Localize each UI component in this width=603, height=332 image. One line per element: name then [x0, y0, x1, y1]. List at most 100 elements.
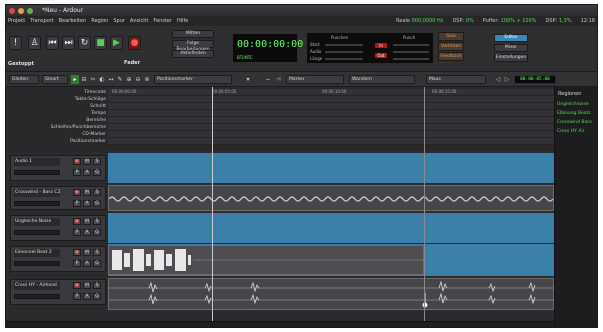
audition-tool-icon[interactable]: ◐ — [98, 75, 106, 84]
feedback-button[interactable]: Feedback — [438, 52, 464, 61]
solo-button[interactable]: Solo — [438, 32, 464, 41]
play-button[interactable]: ▶ — [110, 36, 123, 50]
nudge-right-icon[interactable]: ▷ — [503, 75, 511, 84]
chevron-down-icon[interactable]: ▾ — [244, 75, 252, 84]
track-header[interactable]: Audio 1 ● M S P A G — [10, 155, 106, 181]
primary-clock[interactable]: 00:00:00:00 BTI/NTC — [232, 33, 303, 63]
playlist-button[interactable]: P — [73, 200, 81, 207]
group-button[interactable]: G — [93, 293, 101, 300]
nudge-mode-select[interactable]: Wandern — [349, 75, 415, 84]
menu-fenster[interactable]: Fenster — [153, 18, 172, 24]
loop-button[interactable]: ↻ — [78, 36, 91, 50]
sidebar-region-item[interactable]: Cross HY Air — [557, 128, 597, 136]
zoom-fit-icon[interactable]: ⊚ — [143, 75, 151, 84]
rec-arm-button[interactable]: ● — [73, 189, 81, 196]
nudge-forward-icon[interactable]: ⊣ — [274, 75, 282, 84]
stretch-tool-icon[interactable]: ↔ — [107, 75, 115, 84]
tool-mode-select[interactable]: Smart — [42, 75, 68, 84]
gain-fader[interactable] — [14, 170, 60, 175]
timecode-ruler[interactable]: 00:00:00:00 00:00:05:00 00:00:10:00 00:0… — [108, 89, 554, 96]
group-button[interactable]: G — [93, 229, 101, 236]
menu-region[interactable]: Region — [91, 18, 108, 24]
nudge-back-icon[interactable]: − — [264, 75, 272, 84]
gain-fader[interactable] — [14, 230, 60, 235]
metronome-button[interactable]: ♙ — [28, 36, 41, 50]
group-button[interactable]: G — [93, 260, 101, 267]
track-name[interactable]: Crosswind - Bass C2 — [14, 189, 60, 197]
summary-bar[interactable] — [6, 321, 554, 327]
track-header[interactable]: Eileonnel Beat 2 ● M S P A G — [10, 246, 106, 272]
rec-arm-button[interactable]: ● — [73, 158, 81, 165]
track-name[interactable]: Audio 1 — [14, 158, 60, 166]
range-ruler[interactable] — [108, 117, 554, 124]
solo-track-button[interactable]: S — [93, 218, 101, 225]
gain-fader[interactable] — [14, 201, 60, 206]
automation-button[interactable]: A — [83, 260, 91, 267]
menu-transport[interactable]: Transport — [30, 18, 53, 24]
editor-view-button[interactable]: Editor — [494, 34, 528, 42]
menu-ansicht[interactable]: Ansicht — [130, 18, 148, 24]
bbt-ruler[interactable] — [108, 96, 554, 103]
solo-track-button[interactable]: S — [93, 282, 101, 289]
nudge-left-icon[interactable]: ◁ — [494, 75, 502, 84]
zoom-out-icon[interactable]: ⊖ — [134, 75, 142, 84]
automation-button[interactable]: A — [83, 169, 91, 176]
range-tool-icon[interactable]: ⊟ — [80, 75, 88, 84]
mitten-button[interactable]: Mitten — [172, 30, 214, 38]
tempo-ruler[interactable] — [108, 110, 554, 117]
playlist-button[interactable]: P — [73, 293, 81, 300]
group-button[interactable]: G — [93, 169, 101, 176]
edit-point-select[interactable]: Marker — [286, 75, 344, 84]
playlist-button[interactable]: P — [73, 229, 81, 236]
playlist-button[interactable]: P — [73, 260, 81, 267]
audio-region[interactable] — [108, 278, 555, 310]
automation-button[interactable]: A — [83, 293, 91, 300]
punch-in-button[interactable]: In — [375, 43, 387, 48]
maximize-window-button[interactable] — [27, 7, 33, 14]
group-button[interactable]: G — [93, 200, 101, 207]
meter-ruler[interactable] — [108, 103, 554, 110]
minimize-window-button[interactable] — [18, 7, 24, 14]
goto-start-button[interactable]: ⏮ — [46, 36, 59, 50]
solo-track-button[interactable]: S — [93, 249, 101, 256]
cd-marker-ruler[interactable] — [108, 131, 554, 138]
gain-fader[interactable] — [14, 261, 60, 266]
draw-tool-icon[interactable]: ✎ — [116, 75, 124, 84]
automation-button[interactable]: A — [83, 229, 91, 236]
audition-button[interactable]: Vorhören — [438, 42, 464, 51]
track-header[interactable]: Cross HY - Airhead ● M S P A G — [10, 279, 106, 305]
snap-mode-select[interactable]: Positionsmarker — [154, 75, 232, 84]
close-window-button[interactable] — [9, 7, 15, 14]
follow-edits-button[interactable]: Folge Bearbeitungen — [172, 40, 214, 52]
sidebar-region-item[interactable]: Ungleichnoise — [557, 101, 597, 109]
mute-button[interactable]: M — [83, 282, 91, 289]
sidebar-region-item[interactable]: Crosswind Bass — [557, 119, 597, 127]
track-lane[interactable] — [108, 244, 554, 276]
menu-spur[interactable]: Spur — [113, 18, 125, 24]
track-lane[interactable] — [108, 277, 555, 311]
menu-bearbeiten[interactable]: Bearbeiten — [59, 18, 86, 24]
menu-hilfe[interactable]: Hilfe — [177, 18, 188, 24]
gain-fader[interactable] — [14, 294, 60, 299]
grab-tool-icon[interactable]: ▸ — [71, 75, 79, 84]
track-lane[interactable] — [108, 184, 554, 212]
loop-punch-ruler[interactable] — [108, 124, 554, 131]
cut-tool-icon[interactable]: ✂ — [89, 75, 97, 84]
automation-button[interactable]: A — [83, 200, 91, 207]
goto-end-button[interactable]: ⏭ — [62, 36, 75, 50]
audio-region[interactable] — [108, 245, 425, 275]
marker-ruler[interactable] — [108, 138, 554, 145]
auto-find-button[interactable]: Aktivfinden — [172, 50, 214, 58]
panic-button[interactable]: ! — [9, 36, 22, 50]
punch-out-button[interactable]: Out — [375, 53, 387, 58]
preferences-view-button[interactable]: Einstellungen — [494, 54, 528, 62]
track-lane[interactable] — [108, 153, 554, 183]
solo-track-button[interactable]: S — [93, 158, 101, 165]
track-header[interactable]: Crosswind - Bass C2 ● M S P A G — [10, 186, 106, 210]
track-lane[interactable] — [108, 213, 554, 243]
nudge-clock[interactable]: 00:00:05:00 — [514, 75, 556, 84]
mute-button[interactable]: M — [83, 189, 91, 196]
audio-region[interactable] — [108, 185, 554, 211]
mute-button[interactable]: M — [83, 218, 91, 225]
playlist-button[interactable]: P — [73, 169, 81, 176]
